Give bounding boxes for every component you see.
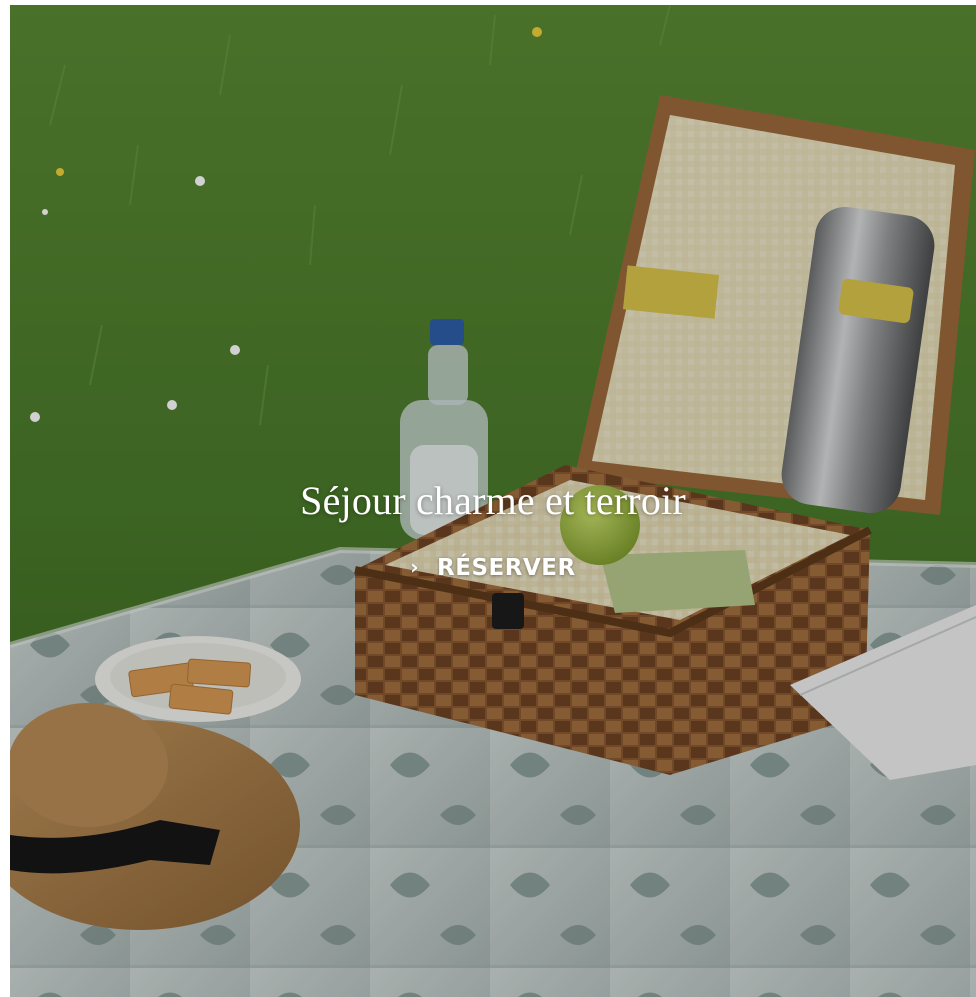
chevron-right-icon: › — [410, 555, 420, 579]
hero-banner: Séjour charme et terroir › RÉSERVER — [10, 5, 976, 997]
hero-content: Séjour charme et terroir › RÉSERVER — [10, 475, 976, 581]
hero-title: Séjour charme et terroir — [300, 478, 686, 523]
reserve-button[interactable]: › RÉSERVER — [410, 555, 575, 581]
reserve-button-label: RÉSERVER — [437, 555, 576, 581]
